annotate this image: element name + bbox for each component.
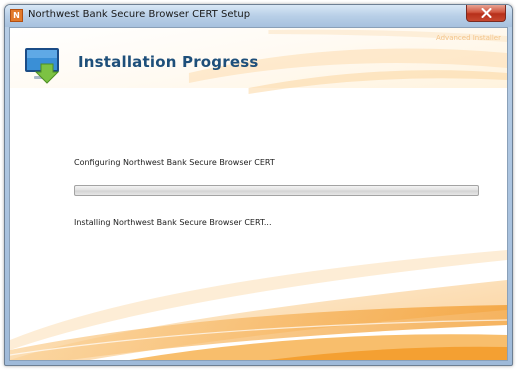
dialog-body: Installation Progress Advanced Installer… — [9, 27, 508, 361]
installer-window: N Northwest Bank Secure Browser CERT Set… — [4, 4, 513, 366]
window-title: Northwest Bank Secure Browser CERT Setup — [28, 9, 251, 20]
brand-watermark: Advanced Installer — [435, 34, 501, 42]
close-button[interactable] — [466, 5, 506, 22]
detail-text: Installing Northwest Bank Secure Browser… — [74, 218, 272, 227]
installer-app-icon: N — [10, 9, 23, 22]
title-bar[interactable]: N Northwest Bank Secure Browser CERT Set… — [5, 5, 512, 27]
close-icon — [481, 8, 492, 18]
monitor-download-icon — [25, 48, 60, 84]
footer-swoosh-decoration — [10, 250, 507, 360]
progress-bar — [74, 185, 479, 196]
page-title: Installation Progress — [78, 53, 259, 71]
status-text: Configuring Northwest Bank Secure Browse… — [74, 158, 275, 167]
